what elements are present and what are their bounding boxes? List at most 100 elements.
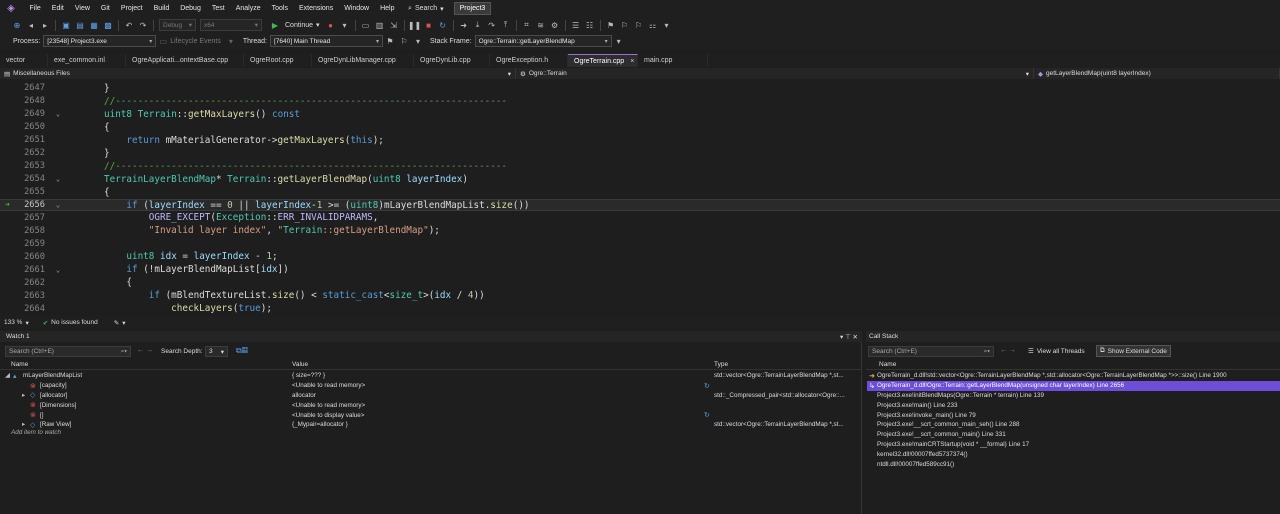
column-type[interactable]: Type: [714, 361, 728, 368]
new-project-icon[interactable]: ▣: [61, 20, 72, 31]
chevron-down-icon[interactable]: ▾: [339, 20, 350, 31]
browse-icon[interactable]: ▭: [360, 20, 371, 31]
pin-icon[interactable]: ▾ ⊤ ✕: [840, 333, 858, 341]
code-line[interactable]: 2654 ⌄ TerrainLayerBlendMap* Terrain::getL…: [0, 173, 1280, 186]
code-line[interactable]: 2655 {: [0, 186, 1280, 199]
undo-icon[interactable]: ↶: [124, 20, 135, 31]
call-stack-frame[interactable]: Project3.exe!__scrt_common_main() Line 3…: [867, 430, 1280, 440]
tab-ogredynlib-cpp[interactable]: OgreDynLib.cpp: [414, 54, 490, 67]
menu-analyze[interactable]: Analyze: [230, 0, 266, 17]
code-line[interactable]: 2664 checkLayers(true);: [0, 302, 1280, 315]
watch-row[interactable]: ▸ ◇ [Raw View] {_Mypair=allocator } std::vec…: [0, 420, 862, 430]
code-line[interactable]: 2657 OGRE_EXCEPT(Exception::ERR_INVALIDP…: [0, 212, 1280, 225]
add-watch-item[interactable]: Add item to watch: [11, 429, 61, 436]
chevron-down-icon[interactable]: ▾: [661, 20, 672, 31]
code-line[interactable]: 2649 ⌄ uint8 Terrain::getMaxLayers() const: [0, 108, 1280, 121]
bookmark-icon[interactable]: ⚑: [605, 20, 616, 31]
project-badge[interactable]: Project3: [453, 2, 492, 15]
watch-row[interactable]: ⊗ [Dimensions] <Unable to read memory>: [0, 400, 862, 410]
prev-bookmark-icon[interactable]: ⚐: [619, 20, 630, 31]
chevron-down-icon[interactable]: ▾: [613, 36, 624, 47]
nav-arrows-icon[interactable]: ← →: [1000, 347, 1016, 354]
watch-row[interactable]: ⊗ [] <Unable to display value> ↻: [0, 410, 862, 420]
show-flagged-threads-icon[interactable]: ⚐: [398, 36, 409, 47]
code-line[interactable]: 2648 //----------------------------------…: [0, 95, 1280, 108]
configuration-select[interactable]: Debug ▾: [159, 19, 196, 31]
tab-ogreapplicati-ontextbase-cpp[interactable]: OgreApplicati...ontextBase.cpp: [126, 54, 244, 67]
menu-project[interactable]: Project: [115, 0, 148, 17]
tab-ogredynlibmanager-cpp[interactable]: OgreDynLibManager.cpp: [312, 54, 414, 67]
tab-ogreexception-h[interactable]: OgreException.h: [490, 54, 568, 67]
refresh-icon[interactable]: ↻: [704, 411, 710, 419]
call-stack-frame[interactable]: Project3.exe!main() Line 233: [867, 400, 1280, 410]
fold-chevron-icon[interactable]: ⌄: [47, 175, 69, 183]
call-stack-frame[interactable]: Project3.exe!invoke_main() Line 79: [867, 410, 1280, 420]
issues-status[interactable]: No issues found: [51, 319, 98, 326]
new-item-icon[interactable]: ⊕: [12, 20, 23, 31]
call-stack-frame[interactable]: Project3.exe!mainCRTStartup(void * __for…: [867, 440, 1280, 450]
tab-ogreterrain-cpp[interactable]: OgreTerrain.cpp ×: [568, 54, 638, 67]
code-line[interactable]: 2652}: [0, 147, 1280, 160]
watch-row[interactable]: ⊗ [capacity] <Unable to read memory> ↻: [0, 381, 862, 391]
watch-search-input[interactable]: Search (Ctrl+E) ⌕▾: [5, 346, 131, 357]
comment-icon[interactable]: ☰: [570, 20, 581, 31]
call-stack-frame[interactable]: Project3.exe!__scrt_common_main_seh() Li…: [867, 420, 1280, 430]
menu-build[interactable]: Build: [148, 0, 175, 17]
call-stack-search-input[interactable]: Search (Ctrl+E) ⌕▾: [868, 346, 994, 357]
code-line[interactable]: 2647}: [0, 82, 1280, 95]
menu-debug[interactable]: Debug: [175, 0, 207, 17]
chevron-down-icon[interactable]: ▾: [122, 319, 125, 327]
windows-icon[interactable]: ▥: [374, 20, 385, 31]
view-all-threads-button[interactable]: ☰ View all Threads: [1028, 347, 1085, 356]
show-next-statement-icon[interactable]: ➜: [458, 20, 469, 31]
code-line[interactable]: 2658 "Invalid layer index", "Terrain::ge…: [0, 224, 1280, 237]
stack-frame-select[interactable]: Ogre::Terrain::getLayerBlendMap ▾: [474, 35, 612, 47]
brush-icon[interactable]: ✎: [114, 319, 119, 327]
project-scope-dropdown[interactable]: ▤ Miscellaneous Files ▾: [0, 68, 516, 79]
menu-test[interactable]: Test: [206, 0, 230, 17]
zoom-level[interactable]: 133 %: [4, 319, 22, 326]
lifecycle-events-label[interactable]: Lifecycle Events: [170, 38, 221, 45]
next-bookmark-icon[interactable]: ⚐: [633, 20, 644, 31]
tab-vector[interactable]: vector: [0, 54, 48, 67]
menu-tools[interactable]: Tools: [266, 0, 293, 17]
code-editor[interactable]: 2647} 2648//-----------------------------…: [0, 80, 1280, 316]
forward-icon[interactable]: ▸: [40, 20, 51, 31]
call-stack-frame[interactable]: ntdll.dll!00007ffed589cc91(): [867, 459, 1280, 469]
flag-threads-icon[interactable]: ⚑: [384, 36, 395, 47]
pointer-icon[interactable]: ⇲: [388, 20, 399, 31]
code-line[interactable]: 2659: [0, 237, 1280, 250]
step-into-icon[interactable]: ⤓: [472, 20, 483, 31]
nav-arrows-icon[interactable]: ← →: [137, 347, 153, 354]
close-icon[interactable]: ×: [630, 58, 634, 65]
clear-bookmarks-icon[interactable]: ⚏: [647, 20, 658, 31]
expand-chevron-icon[interactable]: ▸: [22, 392, 25, 399]
member-dropdown[interactable]: ◆ getLayerBlendMap(uint8 layerIndex): [1034, 68, 1280, 79]
call-stack-frame[interactable]: Project3.exe!initBlendMaps(Ogre::Terrain…: [867, 391, 1280, 401]
view-options-icon[interactable]: ⧉▦: [236, 346, 248, 356]
continue-button[interactable]: ▶ Continue ▾: [268, 20, 320, 31]
column-value[interactable]: Value: [292, 361, 308, 368]
break-all-icon[interactable]: ❚❚: [408, 20, 421, 31]
chevron-down-icon[interactable]: ▾: [25, 319, 28, 327]
process-select[interactable]: [23548] Project3.exe ▾: [43, 35, 157, 47]
uncomment-icon[interactable]: ☷: [584, 20, 595, 31]
call-stack-frame[interactable]: ↳ OgreTerrain_d.dll!Ogre::Terrain::getLay…: [867, 380, 1280, 391]
menu-window[interactable]: Window: [339, 0, 375, 17]
watch-row[interactable]: ◢ ▴ mLayerBlendMapList { size=??? } std::vec…: [0, 371, 862, 381]
tab-main-cpp[interactable]: main.cpp: [638, 54, 708, 67]
menu-help[interactable]: Help: [375, 0, 400, 17]
expand-chevron-icon[interactable]: ◢: [5, 372, 10, 379]
exception-settings-icon[interactable]: ⚙: [549, 20, 560, 31]
call-stack-frame[interactable]: ➜ OgreTerrain_d.dll!std::vector<Ogre::Ter…: [867, 371, 1280, 381]
platform-select[interactable]: x64 ▾: [200, 19, 262, 31]
fold-chevron-icon[interactable]: ⌄: [47, 266, 69, 274]
open-icon[interactable]: ▤: [75, 20, 86, 31]
hot-reload-icon[interactable]: ●: [325, 20, 336, 31]
search-menu[interactable]: ⌕ Search ▾: [408, 5, 444, 13]
menu-git[interactable]: Git: [95, 0, 115, 17]
chevron-down-icon[interactable]: ▾: [412, 36, 423, 47]
code-line[interactable]: ➜ 2656 ⌄ if (layerIndex == 0 || layerIndex…: [0, 198, 1280, 212]
code-line[interactable]: 2661 ⌄ if (!mLayerBlendMapList[idx]): [0, 263, 1280, 276]
back-icon[interactable]: ◂: [26, 20, 37, 31]
